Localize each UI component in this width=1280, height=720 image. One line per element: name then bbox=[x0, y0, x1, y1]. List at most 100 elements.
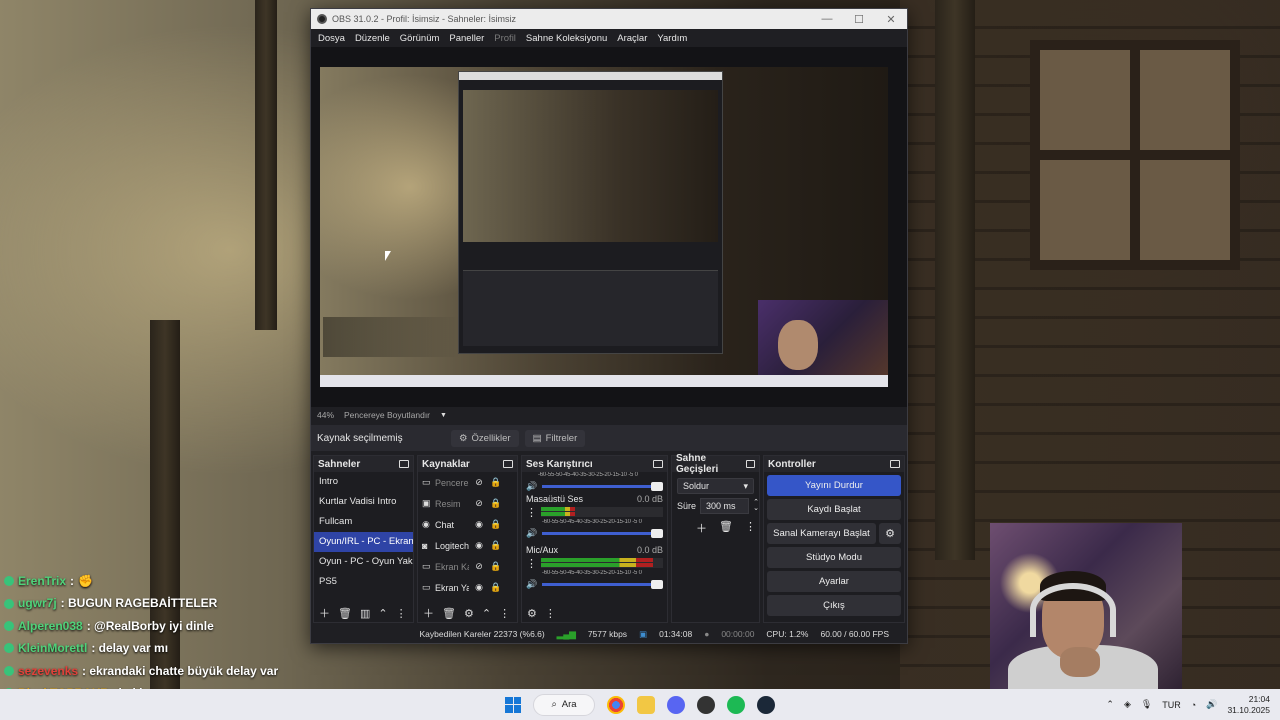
studio-mode-button[interactable]: Stüdyo Modu bbox=[767, 547, 901, 568]
volume-slider[interactable] bbox=[542, 529, 663, 538]
undock-icon[interactable] bbox=[745, 460, 755, 468]
trash-icon[interactable]: 🗑 bbox=[719, 520, 733, 536]
close-button[interactable]: ✕ bbox=[875, 13, 907, 26]
source-item[interactable]: ▭ Pencere ⊘ 🔒 bbox=[418, 472, 517, 493]
duration-input[interactable]: 300 ms bbox=[700, 498, 750, 514]
eye-icon[interactable]: ◉ bbox=[472, 519, 486, 530]
microphone-icon[interactable]: 🎙 bbox=[1141, 699, 1152, 710]
lock-icon[interactable]: 🔒 bbox=[489, 561, 503, 572]
volume-slider[interactable] bbox=[542, 482, 663, 491]
undock-icon[interactable] bbox=[890, 460, 900, 468]
webcam-hands bbox=[1060, 647, 1100, 677]
maximize-button[interactable]: ☐ bbox=[843, 13, 875, 26]
lock-icon[interactable]: 🔒 bbox=[489, 498, 503, 509]
source-item[interactable]: ◙ Logitech ◉ 🔒 bbox=[418, 535, 517, 556]
spotify-icon[interactable] bbox=[727, 695, 745, 714]
scene-item[interactable]: Fullcam bbox=[314, 512, 413, 532]
slider-knob[interactable] bbox=[651, 482, 663, 491]
volume-icon[interactable]: 🔊 bbox=[1206, 699, 1217, 710]
start-virtual-camera-button[interactable]: Sanal Kamerayı Başlat bbox=[767, 523, 876, 544]
menu-view[interactable]: Görünüm bbox=[395, 33, 445, 44]
menu-docks[interactable]: Paneller bbox=[444, 33, 489, 44]
properties-button[interactable]: ⚙ Özellikler bbox=[451, 429, 519, 447]
start-recording-button[interactable]: Kaydı Başlat bbox=[767, 499, 901, 520]
move-up-icon[interactable]: ⌃ bbox=[378, 607, 387, 620]
menu-scene-collection[interactable]: Sahne Koleksiyonu bbox=[521, 33, 612, 44]
speaker-icon[interactable]: 🔊 bbox=[526, 579, 537, 590]
scene-item[interactable]: PS5 bbox=[314, 572, 413, 592]
exit-button[interactable]: Çıkış bbox=[767, 595, 901, 616]
more-icon[interactable]: ⋮ bbox=[545, 607, 556, 620]
lock-icon[interactable]: 🔒 bbox=[489, 519, 503, 530]
slider-knob[interactable] bbox=[651, 580, 663, 589]
chevron-down-icon[interactable]: ▼ bbox=[440, 412, 447, 419]
lock-icon[interactable]: 🔒 bbox=[489, 477, 503, 488]
undock-icon[interactable] bbox=[503, 460, 513, 468]
preview-area[interactable] bbox=[311, 47, 907, 407]
volume-slider[interactable] bbox=[542, 580, 663, 589]
gear-icon[interactable]: ⚙ bbox=[879, 523, 901, 544]
eye-icon[interactable]: ◉ bbox=[472, 540, 486, 551]
scene-item[interactable]: Oyun - PC - Oyun Yakal bbox=[314, 552, 413, 572]
more-icon[interactable]: ⋮ bbox=[526, 506, 537, 519]
scene-list: Intro Kurtlar Vadisi Intro Fullcam Oyun/… bbox=[314, 472, 413, 592]
windows-start-icon[interactable] bbox=[505, 696, 521, 713]
menu-profile[interactable]: Profil bbox=[489, 33, 521, 44]
taskbar-search[interactable]: ⌕ Ara bbox=[533, 693, 595, 716]
scene-item-active[interactable]: Oyun/IRL - PC - Ekran Y bbox=[314, 532, 413, 552]
steam-icon[interactable] bbox=[757, 695, 775, 714]
scene-item[interactable]: Intro bbox=[314, 472, 413, 492]
more-icon[interactable]: ⋮ bbox=[499, 607, 510, 620]
chrome-icon[interactable] bbox=[607, 695, 625, 714]
speaker-icon[interactable]: 🔊 bbox=[526, 528, 537, 539]
more-icon[interactable]: ⋮ bbox=[745, 520, 756, 536]
discord-icon[interactable] bbox=[667, 695, 685, 714]
filters-button[interactable]: ▤ Filtreler bbox=[524, 429, 586, 447]
language-indicator[interactable]: TUR bbox=[1162, 700, 1181, 710]
remove-source-icon[interactable]: 🗑 bbox=[442, 607, 456, 620]
network-icon[interactable]: ◈ bbox=[1124, 699, 1131, 710]
gear-icon[interactable]: ⚙ bbox=[527, 607, 537, 620]
source-item[interactable]: ▣ Resim ⊘ 🔒 bbox=[418, 493, 517, 514]
preview-canvas[interactable] bbox=[320, 67, 888, 387]
scene-item[interactable]: Kurtlar Vadisi Intro bbox=[314, 492, 413, 512]
menu-help[interactable]: Yardım bbox=[652, 33, 692, 44]
gear-icon[interactable]: ⚙ bbox=[464, 607, 474, 620]
file-explorer-icon[interactable] bbox=[637, 695, 655, 714]
wifi-icon[interactable]: ◔ bbox=[1191, 700, 1196, 710]
source-item[interactable]: ◉ Chat ◉ 🔒 bbox=[418, 514, 517, 535]
chevron-up-icon[interactable]: ⌃ bbox=[1106, 699, 1114, 710]
menu-file[interactable]: Dosya bbox=[313, 33, 350, 44]
menu-edit[interactable]: Düzenle bbox=[350, 33, 395, 44]
lock-icon[interactable]: 🔒 bbox=[489, 582, 503, 593]
minimize-button[interactable]: — bbox=[811, 13, 843, 25]
eye-hidden-icon[interactable]: ⊘ bbox=[472, 561, 486, 572]
spinner-arrows-icon[interactable]: ⌃ ⌄ bbox=[753, 499, 759, 512]
more-icon[interactable]: ⋮ bbox=[396, 607, 407, 620]
more-icon[interactable]: ⋮ bbox=[526, 557, 537, 570]
transition-select[interactable]: Soldur ▾ bbox=[677, 478, 754, 494]
clock[interactable]: 21:04 31.10.2025 bbox=[1227, 694, 1270, 716]
add-scene-icon[interactable]: ＋ bbox=[319, 605, 330, 621]
stop-stream-button[interactable]: Yayını Durdur bbox=[767, 475, 901, 496]
remove-scene-icon[interactable]: 🗑 bbox=[338, 607, 352, 620]
settings-button[interactable]: Ayarlar bbox=[767, 571, 901, 592]
add-source-icon[interactable]: ＋ bbox=[423, 605, 434, 621]
eye-hidden-icon[interactable]: ⊘ bbox=[472, 498, 486, 509]
move-up-icon[interactable]: ⌃ bbox=[482, 607, 491, 620]
undock-icon[interactable] bbox=[399, 460, 409, 468]
zoom-mode[interactable]: Pencereye Boyutlandır bbox=[344, 410, 430, 420]
lock-icon[interactable]: 🔒 bbox=[489, 540, 503, 551]
speaker-icon[interactable]: 🔊 bbox=[526, 481, 537, 492]
undock-icon[interactable] bbox=[653, 460, 663, 468]
source-name: Chat bbox=[435, 519, 455, 530]
eye-icon[interactable]: ◉ bbox=[472, 582, 486, 593]
menu-tools[interactable]: Araçlar bbox=[612, 33, 652, 44]
source-item[interactable]: ▭ Ekran Ka ⊘ 🔒 bbox=[418, 556, 517, 577]
eye-hidden-icon[interactable]: ⊘ bbox=[472, 477, 486, 488]
filter-icon[interactable]: ▥ bbox=[360, 607, 370, 620]
app-icon[interactable] bbox=[697, 695, 715, 714]
slider-knob[interactable] bbox=[651, 529, 663, 538]
add-icon[interactable]: ＋ bbox=[696, 520, 707, 536]
source-item[interactable]: ▭ Ekran Ya ◉ 🔒 bbox=[418, 577, 517, 598]
